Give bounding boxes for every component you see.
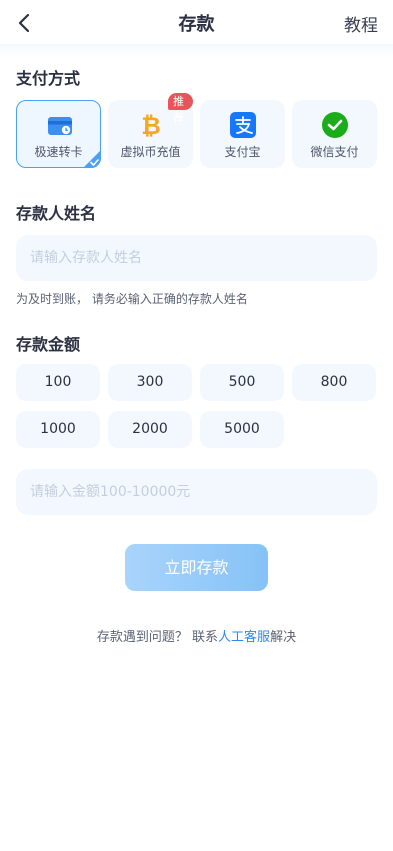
amount-preset-button[interactable]: 800 xyxy=(292,364,376,401)
payment-option-label: 微信支付 xyxy=(310,145,359,159)
help-prefix: 存款遇到问题？ 联系 xyxy=(96,630,219,645)
amount-preset-button[interactable]: 300 xyxy=(108,364,192,401)
amount-preset-button[interactable]: 500 xyxy=(200,364,284,401)
deposit-submit-button[interactable]: 立即存款 xyxy=(125,544,268,591)
amount-preset-button[interactable]: 100 xyxy=(16,364,100,401)
amount-preset-button[interactable]: 5000 xyxy=(200,411,284,448)
payment-option-label: 支付宝 xyxy=(224,145,261,159)
customer-service-link[interactable]: 人工客服 xyxy=(218,630,270,645)
amount-preset-button[interactable]: 1000 xyxy=(16,411,100,448)
header: 存款 教程 xyxy=(0,0,393,46)
payment-option-alipay[interactable]: 支付宝 xyxy=(200,100,285,168)
tutorial-link[interactable]: 教程 xyxy=(344,11,378,36)
deposit-page: 存款 教程 支付方式 极速转卡 ₿ 虚拟币充值 推荐 支付宝 微信支付 存款人姓… xyxy=(0,0,393,851)
depositor-name-input[interactable] xyxy=(16,235,377,281)
header-divider xyxy=(0,44,393,58)
amount-input[interactable] xyxy=(16,469,377,515)
payment-option-crypto[interactable]: ₿ 虚拟币充值 推荐 xyxy=(108,93,193,168)
help-text: 存款遇到问题？ 联系人工客服解决 xyxy=(0,626,393,645)
wechat-pay-icon xyxy=(322,112,348,138)
bitcoin-icon: ₿ xyxy=(141,112,161,138)
recommended-badge: 推荐 xyxy=(168,93,193,125)
help-suffix: 解决 xyxy=(270,630,297,645)
payment-method-title: 支付方式 xyxy=(16,69,81,88)
payment-option-bank-transfer[interactable]: 极速转卡 xyxy=(16,100,101,168)
payment-option-label: 虚拟币充值 xyxy=(120,145,181,159)
page-title: 存款 xyxy=(178,14,215,35)
depositor-name-title: 存款人姓名 xyxy=(16,204,97,223)
depositor-name-hint: 为及时到账， 请务必输入正确的存款人姓名 xyxy=(16,292,248,306)
amount-preset-button[interactable]: 2000 xyxy=(108,411,192,448)
payment-option-wechat[interactable]: 微信支付 xyxy=(292,100,377,168)
alipay-icon xyxy=(230,112,256,138)
payment-method-list: 极速转卡 ₿ 虚拟币充值 推荐 支付宝 微信支付 xyxy=(16,93,377,168)
bank-card-icon xyxy=(48,117,72,135)
selected-check-icon xyxy=(83,150,101,168)
deposit-amount-title: 存款金额 xyxy=(16,335,81,354)
svg-text:₿: ₿ xyxy=(141,112,161,138)
